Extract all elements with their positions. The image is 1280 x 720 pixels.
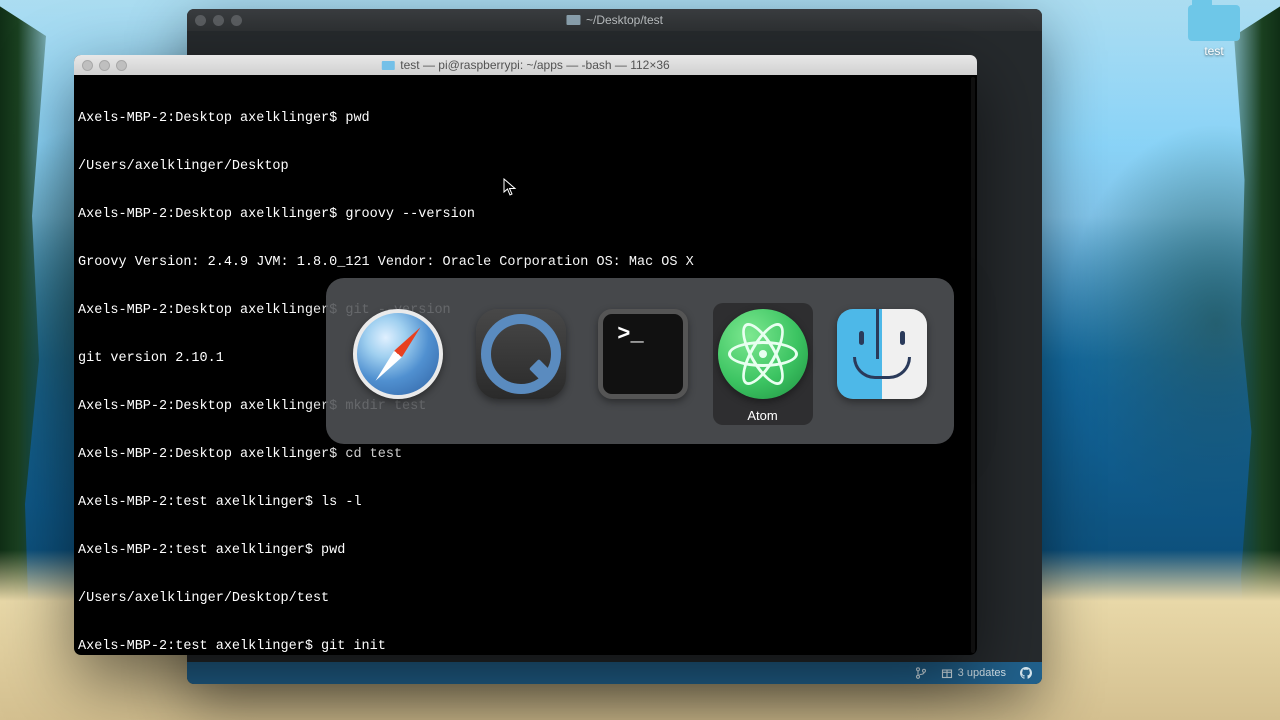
folder-icon bbox=[566, 15, 580, 25]
zoom-button[interactable] bbox=[116, 60, 127, 71]
terminal-line: Axels-MBP-2:Desktop axelklinger$ cd test bbox=[78, 447, 973, 463]
traffic-lights bbox=[82, 60, 127, 71]
updates-label: 3 updates bbox=[958, 667, 1006, 679]
app-switcher[interactable]: Atom bbox=[326, 278, 954, 444]
terminal-line: /Users/axelklinger/Desktop/test bbox=[78, 591, 973, 607]
app-switcher-item-finder[interactable] bbox=[834, 308, 931, 400]
atom-icon bbox=[717, 308, 809, 400]
folder-icon bbox=[381, 61, 394, 70]
background-window-titlebar[interactable]: ~/Desktop/test bbox=[187, 9, 1042, 31]
desktop-folder-test[interactable]: test bbox=[1180, 5, 1248, 58]
github-icon bbox=[1020, 667, 1032, 679]
minimize-button[interactable] bbox=[99, 60, 110, 71]
close-button[interactable] bbox=[195, 15, 206, 26]
app-switcher-item-terminal[interactable] bbox=[595, 308, 692, 400]
finder-icon bbox=[836, 308, 928, 400]
zoom-button[interactable] bbox=[231, 15, 242, 26]
terminal-titlebar[interactable]: test — pi@raspberrypi: ~/apps — -bash — … bbox=[74, 55, 977, 75]
terminal-title-text: test — pi@raspberrypi: ~/apps — -bash — … bbox=[400, 58, 669, 72]
traffic-lights bbox=[195, 15, 242, 26]
background-window-statusbar: 3 updates bbox=[187, 662, 1042, 684]
terminal-line: Axels-MBP-2:Desktop axelklinger$ pwd bbox=[78, 111, 973, 127]
git-branch-icon bbox=[915, 667, 927, 679]
terminal-line: Groovy Version: 2.4.9 JVM: 1.8.0_121 Ven… bbox=[78, 255, 973, 271]
app-switcher-selected-label: Atom bbox=[747, 408, 777, 423]
terminal-line: Axels-MBP-2:test axelklinger$ pwd bbox=[78, 543, 973, 559]
terminal-line: Axels-MBP-2:Desktop axelklinger$ groovy … bbox=[78, 207, 973, 223]
terminal-line: Axels-MBP-2:test axelklinger$ git init bbox=[78, 639, 973, 655]
safari-icon bbox=[352, 308, 444, 400]
app-switcher-item-quicktime[interactable] bbox=[473, 308, 570, 400]
terminal-title: test — pi@raspberrypi: ~/apps — -bash — … bbox=[381, 58, 669, 72]
background-window-title-text: ~/Desktop/test bbox=[586, 13, 663, 27]
app-switcher-item-safari[interactable] bbox=[350, 308, 447, 400]
desktop-folder-label: test bbox=[1180, 44, 1248, 58]
app-switcher-item-atom[interactable]: Atom bbox=[713, 303, 813, 425]
folder-icon bbox=[1188, 5, 1240, 41]
close-button[interactable] bbox=[82, 60, 93, 71]
minimize-button[interactable] bbox=[213, 15, 224, 26]
terminal-icon bbox=[597, 308, 689, 400]
git-branch-indicator[interactable] bbox=[915, 667, 927, 679]
package-icon bbox=[941, 667, 953, 679]
terminal-line: /Users/axelklinger/Desktop bbox=[78, 159, 973, 175]
updates-indicator[interactable]: 3 updates bbox=[941, 667, 1006, 679]
terminal-scrollbar[interactable] bbox=[971, 77, 975, 653]
status-octo-icon-wrap[interactable] bbox=[1020, 667, 1032, 679]
terminal-line: Axels-MBP-2:test axelklinger$ ls -l bbox=[78, 495, 973, 511]
quicktime-icon bbox=[475, 308, 567, 400]
background-window-title: ~/Desktop/test bbox=[566, 13, 663, 27]
